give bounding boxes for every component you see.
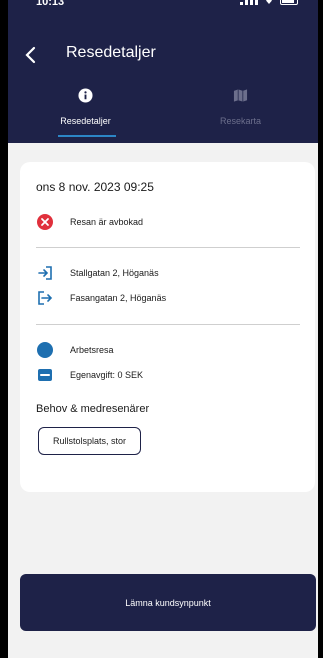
trip-type-row: Arbetsresa [36,341,114,359]
feedback-button[interactable]: Lämna kundsynpunkt [20,574,316,631]
trip-details-card: ons 8 nov. 2023 09:25 Resan är avbokad S… [20,162,315,492]
logout-icon [38,291,53,305]
status-bar: 10:13 [8,0,318,14]
tab-resekarta[interactable]: Resekarta [163,82,318,143]
map-icon [233,88,248,102]
trip-datetime: ons 8 nov. 2023 09:25 [36,180,154,194]
back-button[interactable] [20,44,40,66]
need-chip[interactable]: Rullstolsplats, stor [38,427,142,455]
trip-type: Arbetsresa [70,345,114,355]
fee-row: Egenavgift: 0 SEK [36,366,143,384]
to-address-row: Fasangatan 2, Höganäs [36,289,166,307]
status-time: 10:13 [36,0,65,8]
fee: Egenavgift: 0 SEK [70,370,144,380]
signal-icon [240,0,258,5]
tab-label: Resekarta [219,116,262,126]
status-icons [240,0,298,5]
to-address: Fasangatan 2, Höganäs [70,293,167,303]
header: 10:13 Resedetaljer Resedetaljer Resekart… [8,0,318,143]
chevron-left-icon [25,46,36,64]
divider [36,247,300,248]
trip-status: Resan är avbokad [70,217,144,227]
info-icon [78,87,93,103]
wallet-icon [38,369,52,381]
tab-resedetaljer[interactable]: Resedetaljer [8,82,163,143]
page-title: Resedetaljer [66,44,156,61]
trip-status-row: Resan är avbokad [36,213,143,231]
app-screen: 10:13 Resedetaljer Resedetaljer Resekart… [8,0,318,658]
wifi-icon [266,0,272,4]
login-icon [38,266,52,280]
from-address-row: Stallgatan 2, Höganäs [36,264,159,282]
cancel-icon [37,214,53,230]
battery-icon [280,0,298,5]
dot-icon [37,342,53,358]
tab-indicator [58,135,116,137]
divider [36,324,300,325]
from-address: Stallgatan 2, Höganäs [70,268,159,278]
tab-label: Resedetaljer [60,116,111,126]
tab-bar: Resedetaljer Resekarta [8,82,318,143]
needs-title: Behov & medresenärer [36,403,150,415]
